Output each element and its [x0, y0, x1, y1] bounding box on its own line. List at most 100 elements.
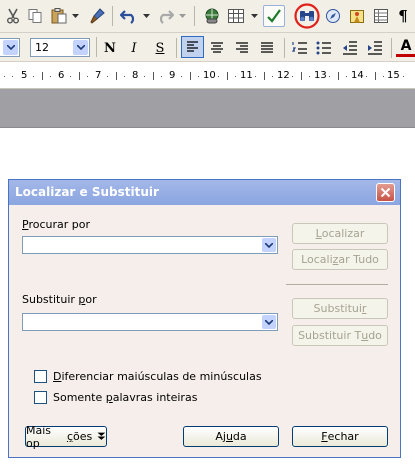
undo-icon[interactable] — [118, 5, 140, 27]
ruler-dot — [235, 76, 236, 77]
toolbar-separator — [96, 37, 97, 57]
horizontal-ruler[interactable]: 5 6 7 8 9 10 11 12 13 14 15 — [0, 62, 415, 89]
replace-button[interactable]: Substitui r — [292, 298, 388, 319]
whole-words-key: p — [105, 391, 113, 404]
replace-input[interactable] — [22, 313, 278, 331]
more-options-rest: ões — [73, 430, 93, 443]
chevron-down-icon[interactable] — [262, 238, 276, 252]
navigator-icon[interactable] — [322, 5, 344, 27]
ruler-number: 7 — [95, 70, 102, 81]
gallery-icon[interactable] — [346, 5, 368, 27]
close-icon — [380, 187, 391, 198]
dialog-titlebar[interactable]: Localizar e Substituir — [9, 180, 400, 205]
ruler-tick — [42, 72, 43, 80]
ruler-number: 6 — [58, 70, 65, 81]
copy-icon[interactable] — [24, 5, 46, 27]
cut-icon[interactable] — [2, 5, 24, 27]
ruler-dot — [309, 76, 310, 77]
close-button-text: echar — [327, 430, 359, 443]
ruler-dot — [4, 76, 5, 77]
more-options-pre: Mais op — [26, 423, 52, 450]
match-case-text: iferenciar maiúsculas de minúsculas — [61, 370, 262, 383]
bold-button[interactable]: N — [100, 38, 120, 58]
find-all-button[interactable]: Locali z ar Tudo — [292, 249, 388, 270]
ruler-dot — [366, 76, 367, 77]
align-center-icon — [211, 42, 223, 53]
whole-words-checkbox[interactable] — [34, 391, 47, 404]
toolbar-separator — [391, 38, 392, 58]
ruler-tick — [301, 72, 302, 80]
find-button[interactable]: Localizar — [292, 223, 388, 244]
decrease-indent-button[interactable] — [340, 38, 360, 58]
toolbar-separator — [194, 6, 195, 26]
align-right-icon — [236, 42, 248, 53]
ruler-dot — [403, 76, 404, 77]
increase-indent-icon — [368, 41, 382, 55]
align-left-icon — [187, 41, 198, 52]
replace-all-button[interactable]: Substituir Tu do — [292, 325, 388, 346]
ruler-tick — [79, 72, 80, 80]
data-sources-icon[interactable] — [370, 5, 392, 27]
toolbar-separator — [284, 38, 285, 58]
ruler-dot — [161, 76, 162, 77]
dialog-close-button[interactable] — [376, 183, 395, 202]
numbering-button[interactable] — [290, 38, 310, 58]
chevron-down-icon[interactable] — [3, 40, 18, 55]
ruler-tick — [338, 72, 339, 80]
ruler-number: 10 — [203, 70, 216, 81]
numbering-icon — [291, 42, 307, 54]
help-button-key: u — [225, 430, 233, 443]
help-button[interactable]: Aj u da — [183, 426, 279, 447]
paste-icon[interactable] — [48, 5, 70, 27]
more-options-button[interactable]: Mais op ç ões — [25, 423, 107, 450]
ruler-dot — [144, 76, 145, 77]
italic-button[interactable]: I — [124, 38, 144, 58]
match-case-label[interactable]: Diferenciar maiúsculas de minúsculas — [53, 370, 262, 383]
match-case-checkbox[interactable] — [34, 370, 47, 383]
chevron-down-icon[interactable] — [262, 315, 276, 329]
ruler-tick — [227, 72, 228, 80]
ruler-dot — [33, 76, 34, 77]
chevron-down-icon[interactable] — [141, 5, 151, 27]
ruler-dot — [70, 76, 71, 77]
find-replace-dialog: Localizar e Substituir Procurar por Loca… — [8, 179, 401, 458]
chevron-down-icon[interactable] — [73, 40, 88, 55]
font-color-button[interactable]: A — [396, 38, 415, 57]
ruler-dot — [346, 76, 347, 77]
double-chevron-down-icon — [97, 432, 106, 440]
replace-all-button-rest: do — [368, 329, 382, 342]
show-draw-functions-icon[interactable] — [263, 5, 285, 27]
align-center-button[interactable] — [207, 38, 227, 58]
ruler-dot — [181, 76, 182, 77]
ruler-number: 14 — [351, 70, 364, 81]
align-left-button[interactable] — [181, 36, 204, 58]
ruler-dot — [383, 76, 384, 77]
increase-indent-button[interactable] — [365, 38, 385, 58]
ruler-tick — [375, 72, 376, 80]
table-icon[interactable] — [225, 5, 247, 27]
font-size-combo[interactable]: 12 — [30, 38, 90, 57]
redo-icon[interactable] — [154, 5, 176, 27]
find-all-button-rest: ar Tudo — [338, 253, 379, 266]
search-input[interactable] — [22, 236, 278, 254]
ruler-dot — [255, 76, 256, 77]
justify-button[interactable] — [257, 38, 277, 58]
hyperlink-icon[interactable] — [201, 5, 223, 27]
align-right-button[interactable] — [232, 38, 252, 58]
chevron-down-icon[interactable] — [70, 5, 80, 27]
replace-label: Substituir por — [22, 293, 97, 306]
find-replace-binoculars-icon[interactable] — [293, 3, 321, 29]
find-all-button-pre: Locali — [301, 253, 333, 266]
ruler-tick — [153, 72, 154, 80]
underline-button[interactable]: S — [150, 38, 170, 58]
bullets-button[interactable] — [314, 38, 334, 58]
chevron-down-icon[interactable] — [177, 5, 187, 27]
formatting-marks-icon[interactable]: ¶ — [394, 5, 412, 27]
whole-words-label[interactable]: Somente palavras inteiras — [53, 391, 197, 404]
chevron-down-icon[interactable] — [249, 5, 259, 27]
help-button-rest: da — [232, 430, 247, 443]
close-button[interactable]: Fechar — [292, 426, 388, 447]
font-name-combo[interactable] — [0, 38, 20, 57]
ruler-dot — [198, 76, 199, 77]
format-paintbrush-icon[interactable] — [86, 5, 108, 27]
